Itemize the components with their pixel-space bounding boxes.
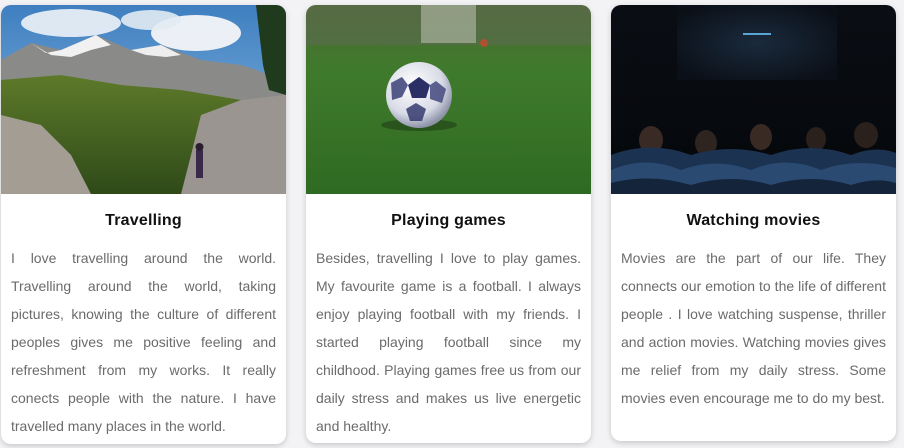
card-text-watching-movies: Movies are the part of our life. They co… bbox=[621, 250, 886, 406]
playing-games-image bbox=[306, 5, 591, 194]
card-title-watching-movies: Watching movies bbox=[686, 212, 821, 229]
card-title-travelling: Travelling bbox=[105, 212, 182, 229]
card-playing-games: Playing games Besides, travelling I love… bbox=[306, 5, 591, 443]
card-text-playing-games: Besides, travelling I love to play games… bbox=[316, 250, 581, 434]
hobby-cards: Travelling I love travelling around the … bbox=[0, 0, 904, 448]
card-text-travelling: I love travelling around the world. Trav… bbox=[11, 250, 276, 434]
card-travelling: Travelling I love travelling around the … bbox=[1, 5, 286, 444]
card-title-playing-games: Playing games bbox=[391, 212, 506, 229]
watching-movies-image bbox=[611, 5, 896, 194]
card-watching-movies: Watching movies Movies are the part of o… bbox=[611, 5, 896, 441]
travelling-image bbox=[1, 5, 286, 194]
